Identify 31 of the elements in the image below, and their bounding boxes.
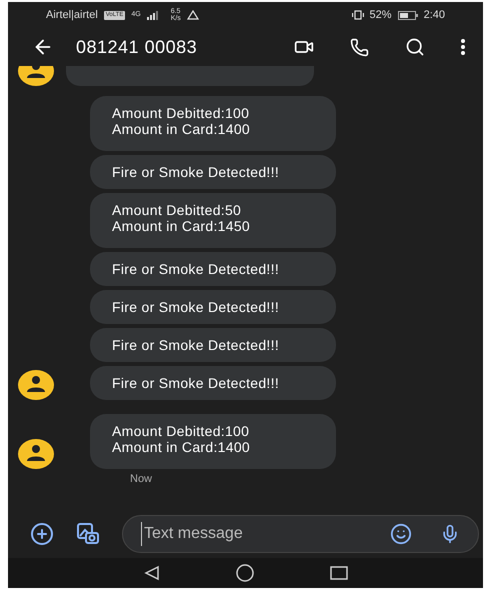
message-bubble: Amount Debitted:100 Amount in Card:1400: [90, 414, 336, 469]
clock-time: 2:40: [424, 8, 445, 23]
message-bubble: Fire or Smoke Detected!!!: [90, 366, 336, 400]
message-bubble: Amount Debitted:50 Amount in Card:1450: [90, 193, 336, 248]
more-button[interactable]: [461, 39, 465, 55]
avatar-icon: [18, 370, 54, 400]
battery-percent: 52%: [370, 8, 392, 23]
text-input[interactable]: Text message: [141, 522, 374, 546]
message-bubble: Fire or Smoke Detected!!!: [90, 290, 336, 324]
gallery-button[interactable]: [76, 522, 100, 546]
message-bubble: Fire or Smoke Detected!!!: [90, 328, 336, 362]
more-icon: [461, 39, 465, 55]
vibrate-icon: [352, 10, 364, 20]
phone-button[interactable]: [350, 38, 369, 56]
search-button[interactable]: [405, 37, 425, 57]
nav-back-button[interactable]: [144, 565, 160, 581]
message-input-field[interactable]: Text message: [122, 515, 479, 553]
message-bubble: Fire or Smoke Detected!!!: [90, 252, 336, 286]
emoji-button[interactable]: [390, 523, 412, 545]
warning-icon: [186, 10, 199, 20]
message-bubble: Fire or Smoke Detected!!!: [90, 155, 336, 189]
recents-button[interactable]: [330, 566, 348, 580]
add-button[interactable]: [30, 522, 54, 546]
carrier-name: Airtel|airtel: [46, 8, 98, 23]
home-button[interactable]: [236, 564, 254, 582]
message-timestamp: Now: [130, 473, 154, 486]
conversation-title: 081241 00083: [76, 36, 198, 58]
signal-icon: [146, 10, 159, 20]
avatar-icon: [18, 439, 54, 469]
battery-icon: [398, 10, 418, 20]
message-bubble: Amount Debitted:100 Amount in Card:1400: [90, 96, 336, 151]
